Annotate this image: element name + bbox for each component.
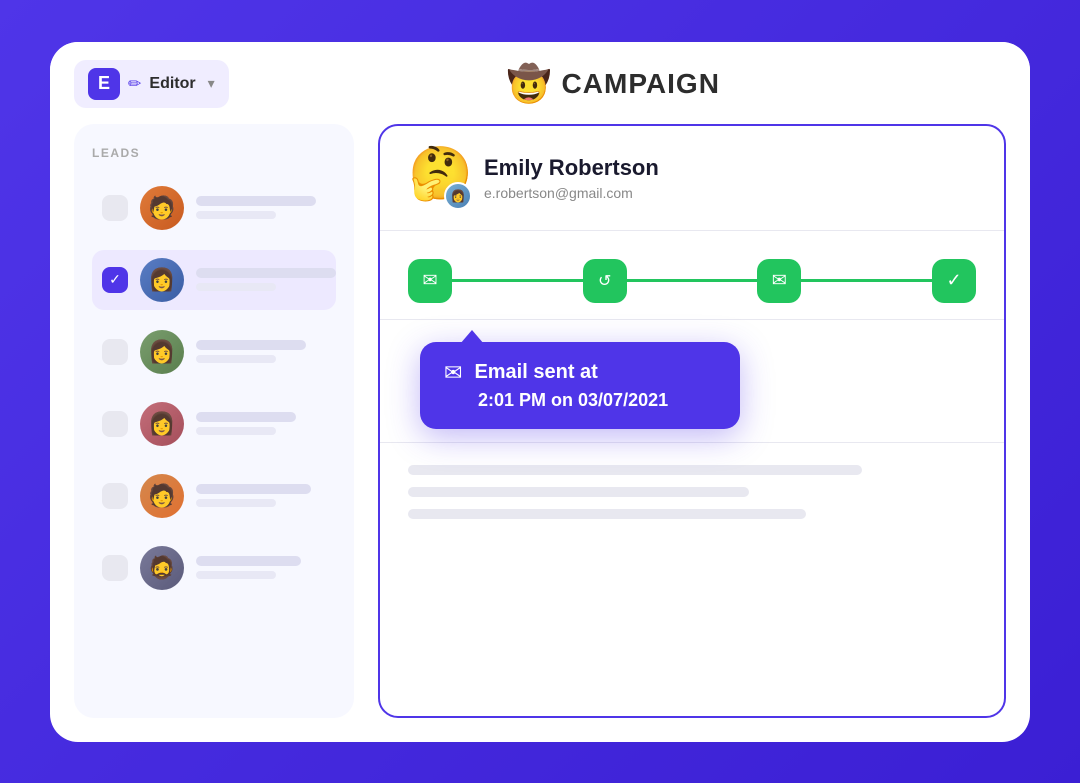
- lead-checkbox[interactable]: [102, 195, 128, 221]
- lead-name-bar: [196, 556, 301, 566]
- lead-detail-bar: [196, 355, 276, 363]
- campaign-emoji: 🤠: [507, 63, 552, 105]
- timeline-node-email-1[interactable]: ✉: [408, 259, 452, 303]
- lead-info: [196, 340, 326, 363]
- avatar: 🧑: [140, 186, 184, 230]
- lead-name-bar: [196, 268, 336, 278]
- contact-name: Emily Robertson: [484, 155, 659, 181]
- timeline-track: ✉ ↺ ✉ ✓: [408, 259, 976, 303]
- tooltip-email-icon: ✉: [444, 360, 462, 386]
- avatar: 🧔: [140, 546, 184, 590]
- list-item[interactable]: 👩: [92, 322, 336, 382]
- timeline-section: ✉ ↺ ✉ ✓ ✉ Email sent at 2:01 PM on 03/07…: [380, 231, 1004, 320]
- lead-detail-bar: [196, 283, 276, 291]
- contact-emoji-wrap: 🤔 👩: [408, 148, 468, 208]
- lead-name-bar: [196, 196, 316, 206]
- timeline-line: [627, 279, 758, 282]
- contact-email: e.robertson@gmail.com: [484, 185, 659, 201]
- header-bar: E ✏ Editor ▾ 🤠 CAMPAIGN: [50, 42, 1030, 124]
- lead-name-bar: [196, 412, 296, 422]
- lead-detail-bar: [196, 427, 276, 435]
- lead-checkbox[interactable]: [102, 339, 128, 365]
- tooltip-title: Email sent at: [474, 361, 597, 384]
- main-content: LEADS 🧑 ✓ 👩: [50, 124, 1030, 742]
- lead-info: [196, 268, 336, 291]
- content-bar: [408, 487, 749, 497]
- timeline-line: [801, 279, 932, 282]
- tooltip-top: ✉ Email sent at: [444, 360, 716, 386]
- lead-checkbox[interactable]: [102, 483, 128, 509]
- content-bar: [408, 509, 806, 519]
- leads-panel: LEADS 🧑 ✓ 👩: [74, 124, 354, 718]
- contact-panel: 🤔 👩 Emily Robertson e.robertson@gmail.co…: [378, 124, 1006, 718]
- leads-title: LEADS: [92, 146, 336, 160]
- lead-info: [196, 196, 326, 219]
- timeline-node-check[interactable]: ✓: [932, 259, 976, 303]
- tooltip-popup: ✉ Email sent at 2:01 PM on 03/07/2021: [420, 342, 740, 429]
- chevron-down-icon[interactable]: ▾: [208, 75, 215, 92]
- list-item[interactable]: 🧑: [92, 178, 336, 238]
- lead-detail-bar: [196, 571, 276, 579]
- lead-name-bar: [196, 340, 306, 350]
- avatar: 👩: [140, 330, 184, 374]
- list-item[interactable]: ✓ 👩: [92, 250, 336, 310]
- avatar: 👩: [140, 258, 184, 302]
- lead-checkbox[interactable]: [102, 555, 128, 581]
- main-window: E ✏ Editor ▾ 🤠 CAMPAIGN LEADS 🧑: [50, 42, 1030, 742]
- timeline-node-email-2[interactable]: ✉: [757, 259, 801, 303]
- list-item[interactable]: 👩: [92, 394, 336, 454]
- avatar: 👩: [140, 402, 184, 446]
- logo-letter: E: [98, 73, 110, 94]
- lead-info: [196, 484, 326, 507]
- lead-checkbox[interactable]: [102, 411, 128, 437]
- campaign-title: CAMPAIGN: [562, 68, 720, 100]
- small-avatar-emoji: 👩: [451, 189, 466, 203]
- editor-section[interactable]: E ✏ Editor ▾: [74, 60, 229, 108]
- lead-detail-bar: [196, 211, 276, 219]
- lead-info: [196, 556, 326, 579]
- tooltip-time: 2:01 PM on 03/07/2021: [444, 390, 716, 411]
- editor-label: Editor: [149, 75, 195, 93]
- content-bar: [408, 465, 862, 475]
- pencil-icon: ✏: [128, 74, 141, 94]
- list-item[interactable]: 🧑: [92, 466, 336, 526]
- campaign-title-section: 🤠 CAMPAIGN: [507, 63, 720, 105]
- lead-checkbox-checked[interactable]: ✓: [102, 267, 128, 293]
- avatar: 🧑: [140, 474, 184, 518]
- lead-name-bar: [196, 484, 311, 494]
- content-bars: [380, 443, 1004, 541]
- contact-header: 🤔 👩 Emily Robertson e.robertson@gmail.co…: [380, 126, 1004, 231]
- avatar: 👩: [444, 182, 472, 210]
- contact-info: Emily Robertson e.robertson@gmail.com: [484, 155, 659, 201]
- timeline-line: [452, 279, 583, 282]
- timeline-node-refresh[interactable]: ↺: [583, 259, 627, 303]
- editor-logo: E: [88, 68, 120, 100]
- lead-info: [196, 412, 326, 435]
- list-item[interactable]: 🧔: [92, 538, 336, 598]
- lead-detail-bar: [196, 499, 276, 507]
